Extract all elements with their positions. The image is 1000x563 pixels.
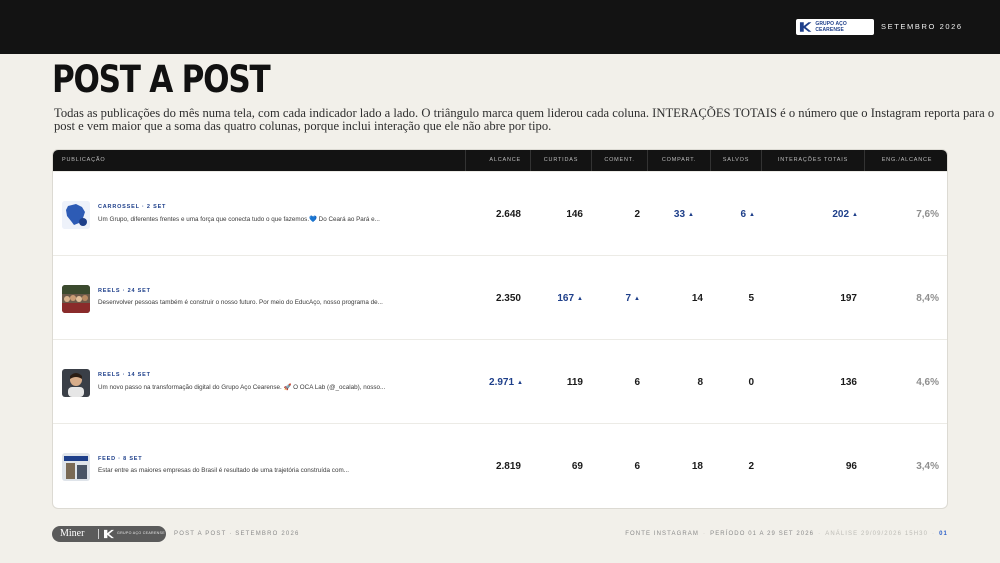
row-caption: Um novo passo na transformação digital d… <box>98 384 386 391</box>
cell-eng: 3,4% <box>916 461 939 472</box>
footer-section-label: POST A POST · SETEMBRO 2026 <box>174 531 300 537</box>
footer-analysis: ANÁLISE 29/09/2026 15H30 <box>825 531 929 537</box>
cell-compart: 33 ▲ <box>647 209 694 220</box>
cell-eng: 7,6% <box>916 209 939 220</box>
person-photo-thumb <box>62 369 90 397</box>
cell-coment: 7 ▲ <box>591 293 640 304</box>
row-type-date: REELS · 14 set <box>98 372 151 378</box>
brand-logo-text: GRUPO AÇO CEARENSE <box>815 21 847 33</box>
posts-table: PUBLICAÇÃO ALCANCE CURTIDAS COMENT. COMP… <box>52 149 948 509</box>
cell-coment: 2 <box>634 209 640 220</box>
page-subtitle: Todas as publicações do mês numa tela, c… <box>54 106 995 133</box>
footer-meta: FONTE INSTAGRAM · PERÍODO 01 A 29 SET 2026… <box>625 531 948 537</box>
col-header-compart[interactable]: COMPART. <box>647 150 710 171</box>
col-header-alcance[interactable]: ALCANCE <box>465 150 530 171</box>
feed-photo-icon <box>62 453 90 481</box>
lead-triangle-icon: ▲ <box>517 380 523 386</box>
footer-source: FONTE INSTAGRAM <box>625 531 699 537</box>
cell-curtidas: 146 <box>566 209 583 220</box>
map-thumb-icon <box>62 201 90 229</box>
cell-alcance: 2.648 <box>495 209 521 220</box>
person-photo-icon <box>62 369 90 397</box>
footer-period: PERÍODO 01 A 29 SET 2026 <box>710 531 815 537</box>
cell-interacoes: 202 ▲ <box>761 209 858 220</box>
cell-curtidas: 167 ▲ <box>530 293 583 304</box>
cell-compart: 8 <box>697 377 703 388</box>
miner-logo: Miner <box>60 528 85 539</box>
cell-eng: 8,4% <box>916 293 939 304</box>
brand-mark-icon <box>799 22 812 32</box>
cell-salvos: 0 <box>748 377 754 388</box>
lead-triangle-icon: ▲ <box>688 212 694 218</box>
cell-alcance: 2.819 <box>495 461 521 472</box>
lead-triangle-icon: ▲ <box>577 296 583 302</box>
brand-logo: GRUPO AÇO CEARENSE <box>796 19 874 35</box>
footer-dot: · <box>702 531 707 537</box>
page-title: POST A POST <box>52 58 271 101</box>
cell-value: 7 <box>625 293 632 304</box>
col-header-coment[interactable]: COMENT. <box>591 150 647 171</box>
row-type-date: FEED · 8 set <box>98 456 143 462</box>
lead-triangle-icon: ▲ <box>749 212 755 218</box>
table-row[interactable]: FEED · 8 set Estar entre as maiores empr… <box>53 423 947 507</box>
lead-triangle-icon: ▲ <box>852 212 858 218</box>
table-header: PUBLICAÇÃO ALCANCE CURTIDAS COMENT. COMP… <box>53 150 947 171</box>
partner-mark-icon <box>104 529 114 539</box>
cell-interacoes: 197 <box>840 293 857 304</box>
pill-divider <box>98 529 99 539</box>
cell-value: 6 <box>740 209 747 220</box>
lead-triangle-icon: ▲ <box>634 296 640 302</box>
group-photo-thumb <box>62 285 90 313</box>
feed-photo-thumb <box>62 453 90 481</box>
cell-salvos: 2 <box>748 461 754 472</box>
cell-value: 33 <box>673 209 686 220</box>
cell-alcance: 2.971 ▲ <box>465 377 523 388</box>
header-period: SETEMBRO 2026 <box>881 22 963 31</box>
row-caption: Um Grupo, diferentes frentes e uma força… <box>98 216 380 223</box>
map-thumb <box>62 201 90 229</box>
group-photo-icon <box>62 285 90 313</box>
cell-coment: 6 <box>634 461 640 472</box>
partner-logo-text: GRUPO AÇO CEARENSE <box>117 531 165 535</box>
col-header-interacoes[interactable]: INTERAÇÕES TOTAIS <box>761 150 864 171</box>
cell-compart: 18 <box>691 461 703 472</box>
cell-curtidas: 119 <box>566 377 583 388</box>
row-caption: Estar entre as maiores empresas do Brasi… <box>98 467 349 474</box>
cell-interacoes: 136 <box>840 377 857 388</box>
cell-salvos: 6 ▲ <box>710 209 755 220</box>
cell-coment: 6 <box>634 377 640 388</box>
table-row[interactable]: CARROSSEL · 2 set Um Grupo, diferentes f… <box>53 171 947 255</box>
row-type-date: CARROSSEL · 2 set <box>98 204 167 210</box>
table-row[interactable]: REELS · 24 set Desenvolver pessoas també… <box>53 255 947 339</box>
cell-curtidas: 69 <box>571 461 583 472</box>
cell-value: 167 <box>557 293 575 304</box>
cell-value: 202 <box>832 209 850 220</box>
col-header-publicacao[interactable]: PUBLICAÇÃO <box>53 150 465 171</box>
page-number: 01 <box>939 531 948 537</box>
footer-brand-pill: Miner GRUPO AÇO CEARENSE <box>52 526 166 542</box>
top-bar: GRUPO AÇO CEARENSE SETEMBRO 2026 <box>0 0 1000 54</box>
footer-dot: · <box>818 531 822 537</box>
row-type-date: REELS · 24 set <box>98 288 151 294</box>
cell-interacoes: 96 <box>845 461 857 472</box>
footer-dot: · <box>932 531 936 537</box>
row-caption: Desenvolver pessoas também é construir o… <box>98 299 383 306</box>
cell-compart: 14 <box>691 293 703 304</box>
col-header-eng[interactable]: ENG./ALCANCE <box>864 150 947 171</box>
col-header-salvos[interactable]: SALVOS <box>710 150 761 171</box>
col-header-curtidas[interactable]: CURTIDAS <box>530 150 591 171</box>
cell-alcance: 2.350 <box>495 293 521 304</box>
cell-value: 2.971 <box>489 377 515 388</box>
cell-salvos: 5 <box>748 293 754 304</box>
cell-eng: 4,6% <box>916 377 939 388</box>
table-row[interactable]: REELS · 14 set Um novo passo na transfor… <box>53 339 947 423</box>
